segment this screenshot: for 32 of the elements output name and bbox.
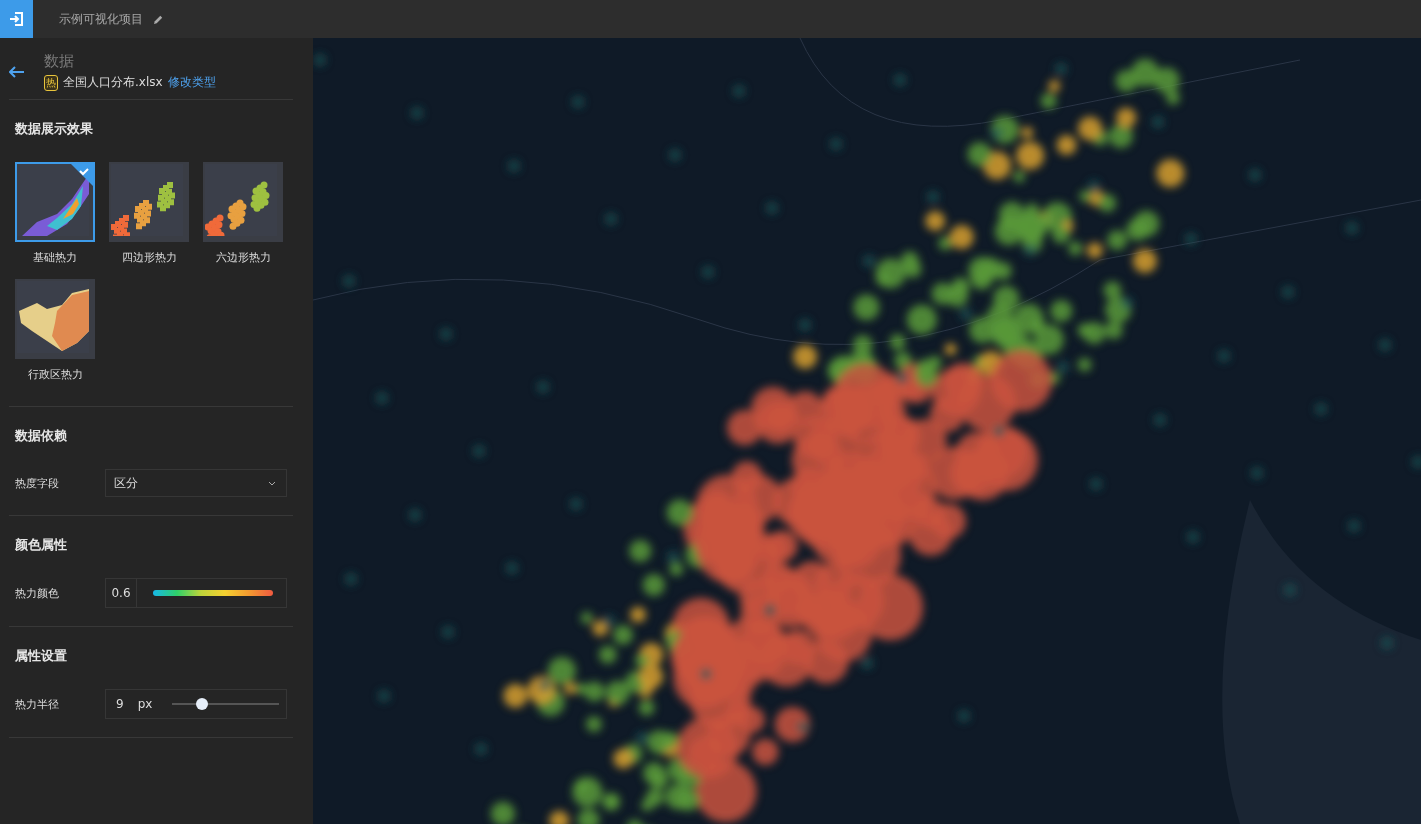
field-label: 热度字段	[15, 475, 59, 491]
file-name: 全国人口分布.xlsx	[63, 74, 163, 91]
exit-icon	[8, 11, 25, 27]
back-arrow-icon[interactable]	[9, 65, 25, 78]
opacity-value[interactable]: 0.6	[106, 579, 137, 607]
heatmap-style-option[interactable]	[109, 162, 189, 242]
section-title: 数据依赖	[15, 427, 68, 445]
project-title: 示例可视化项目	[59, 10, 143, 28]
option-label: 四边形热力	[121, 250, 177, 265]
section-title: 属性设置	[15, 647, 68, 665]
slider-thumb[interactable]	[196, 698, 209, 710]
selected-check-icon	[71, 164, 93, 186]
data-title: 数据	[44, 52, 75, 71]
section-title: 数据展示效果	[15, 120, 94, 138]
section-title: 颜色属性	[15, 536, 68, 554]
option-label: 行政区热力	[27, 367, 83, 382]
exit-button[interactable]	[0, 0, 33, 38]
heatmap-style-option[interactable]	[15, 279, 95, 359]
option-label: 基础热力	[33, 250, 77, 265]
field-label: 热力颜色	[15, 585, 59, 601]
unit-label: px	[137, 697, 153, 711]
option-label: 六边形热力	[215, 250, 271, 265]
heatmap-style-option[interactable]	[203, 162, 283, 242]
heat-badge: 热	[44, 74, 58, 91]
heatmap-style-option[interactable]	[15, 162, 95, 242]
change-type-link[interactable]: 修改类型	[167, 74, 216, 91]
radius-value[interactable]: 9	[116, 697, 124, 711]
chevron-down-icon	[268, 480, 276, 486]
pencil-icon[interactable]	[153, 13, 164, 25]
color-ramp[interactable]	[153, 590, 273, 596]
field-label: 热力半径	[15, 696, 59, 712]
heat-field-select[interactable]: 区分	[105, 469, 287, 497]
